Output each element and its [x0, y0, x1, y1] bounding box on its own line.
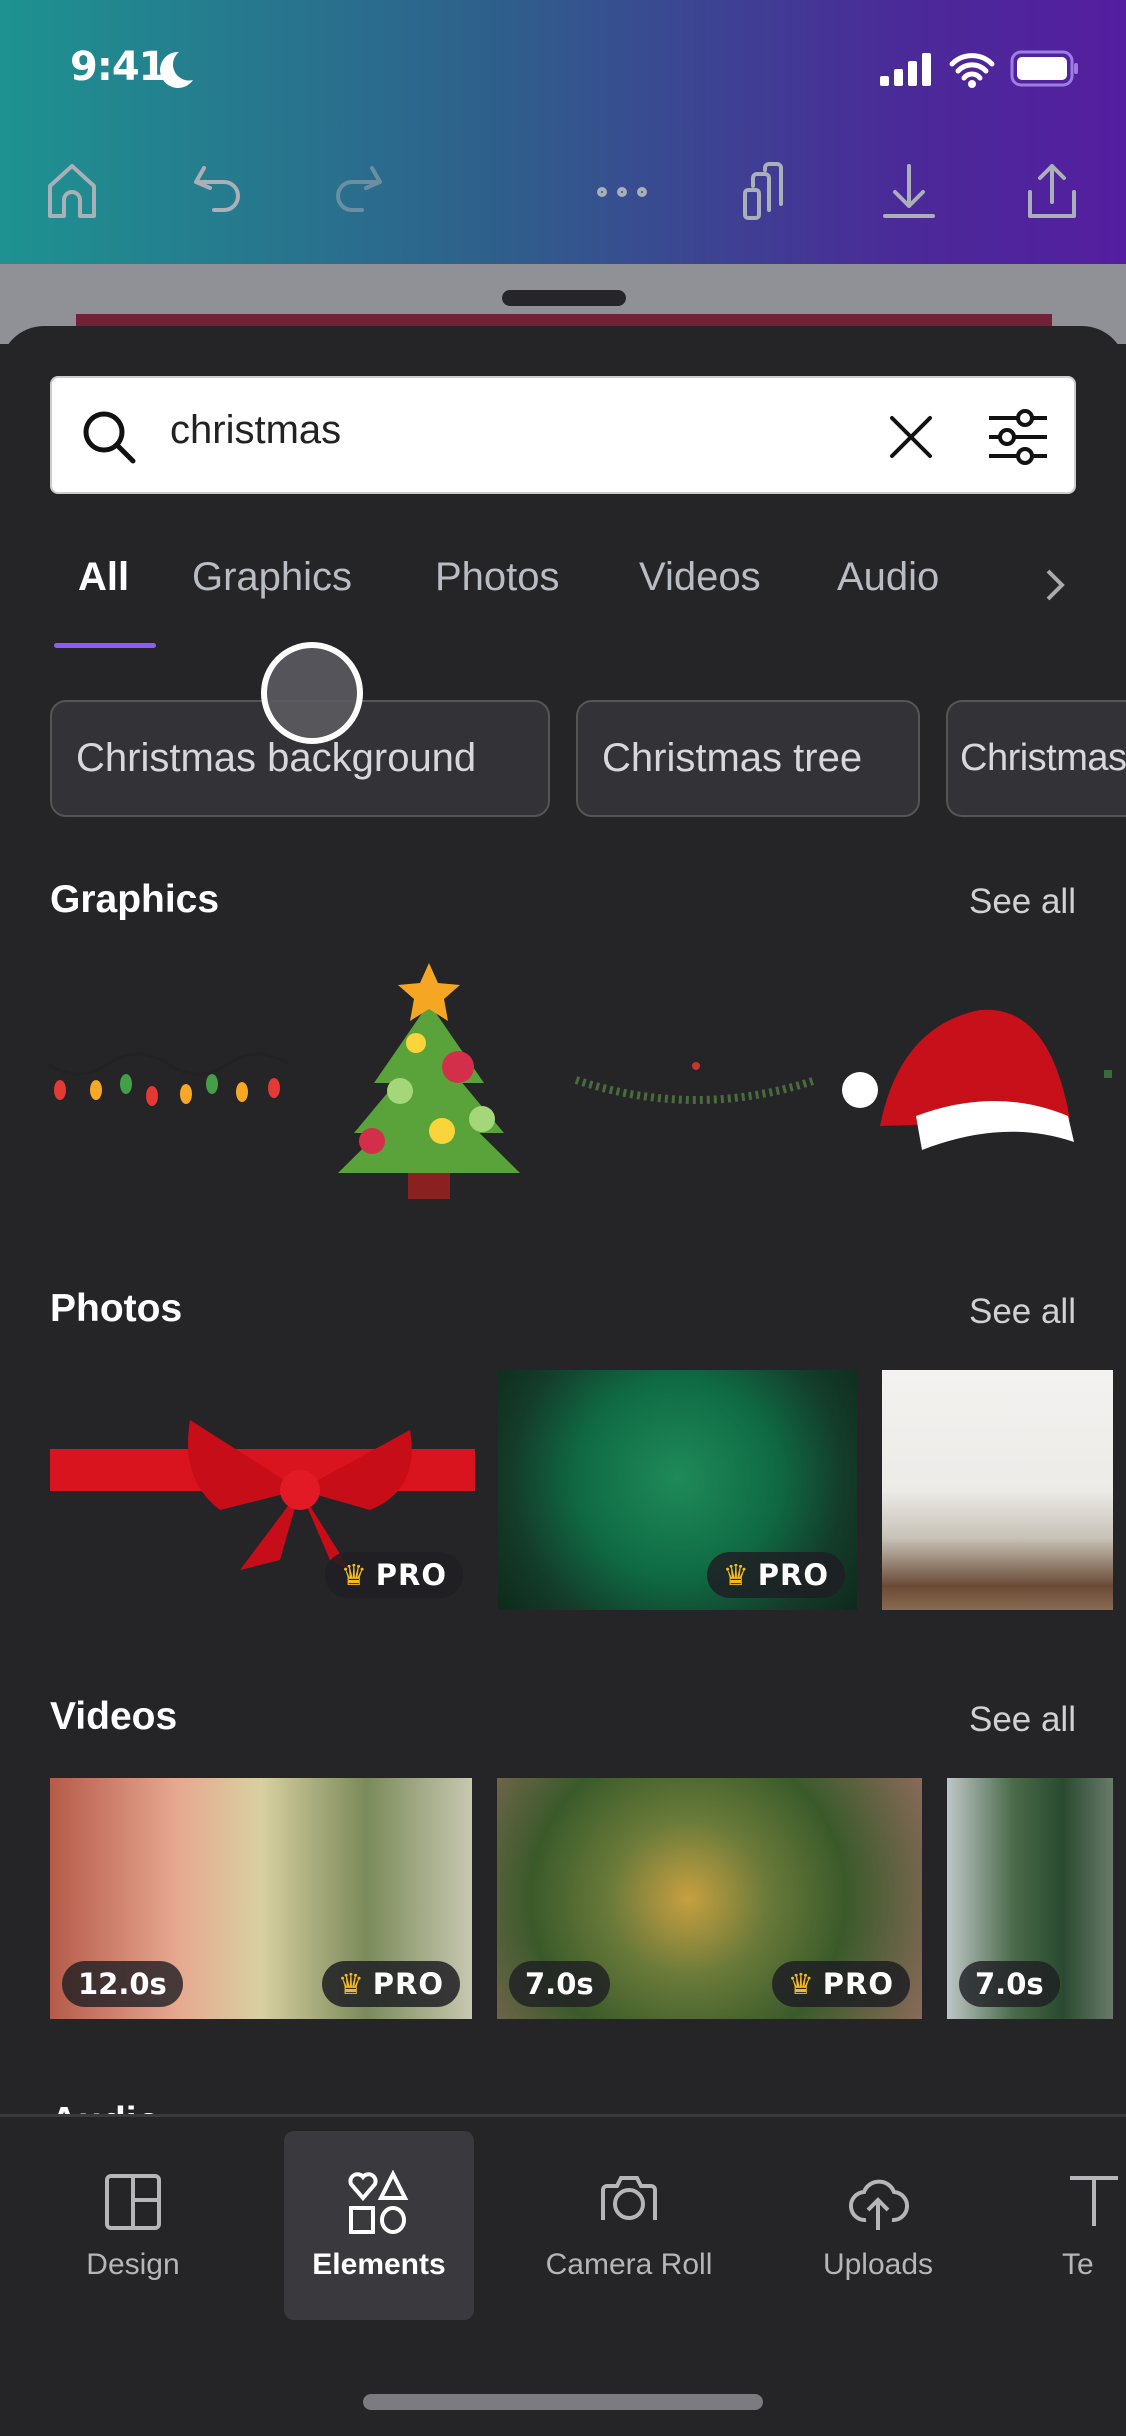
- video-2[interactable]: 7.0s ♛ PRO: [497, 1778, 922, 2019]
- photo-red-bow[interactable]: ♛ PRO: [50, 1370, 475, 1610]
- touch-indicator: [261, 642, 363, 744]
- download-button[interactable]: [877, 160, 941, 224]
- nav-uploads[interactable]: Uploads: [783, 2131, 973, 2320]
- photos-see-all[interactable]: See all: [969, 1292, 1076, 1332]
- moon-icon: [160, 51, 193, 88]
- panel-drag-handle[interactable]: [502, 290, 626, 306]
- nav-label: Uploads: [822, 2247, 934, 2281]
- graphics-see-all[interactable]: See all: [969, 882, 1076, 922]
- nav-camera-roll[interactable]: Camera Roll: [534, 2131, 724, 2320]
- graphic-garland[interactable]: [574, 1060, 818, 1110]
- more-icon: [597, 187, 647, 197]
- audio-heading: Audio: [50, 2100, 160, 2114]
- nav-divider: [0, 2114, 1126, 2117]
- videos-see-all[interactable]: See all: [969, 1700, 1076, 1740]
- upload-cloud-icon: [848, 2179, 910, 2230]
- nav-label: Elements: [312, 2247, 446, 2281]
- search-input[interactable]: [170, 408, 870, 453]
- top-bar: [0, 0, 1126, 264]
- download-icon: [883, 164, 935, 218]
- nav-label: Te: [1062, 2247, 1094, 2281]
- undo-button[interactable]: [186, 160, 250, 224]
- graphics-heading: Graphics: [50, 878, 220, 921]
- shapes-icon: [348, 2169, 409, 2234]
- signal-icon: [880, 53, 931, 86]
- pro-badge: PRO: [372, 1967, 444, 2001]
- pro-badge: PRO: [757, 1558, 829, 1592]
- crown-icon: ♛: [787, 1967, 815, 2001]
- nav-elements[interactable]: Elements: [284, 2131, 474, 2320]
- status-time: 9:41: [70, 44, 166, 90]
- tab-graphics[interactable]: Graphics: [192, 555, 352, 600]
- graphic-santa-hat[interactable]: [840, 1006, 1080, 1166]
- chip-christmas[interactable]: Christmas: [946, 700, 1126, 817]
- wifi-icon: [949, 53, 995, 88]
- pages-icon: [743, 162, 783, 220]
- crown-icon: ♛: [722, 1558, 750, 1592]
- pro-badge: PRO: [375, 1558, 447, 1592]
- photos-heading: Photos: [50, 1287, 183, 1330]
- active-tab-indicator: [54, 643, 156, 648]
- text-icon: [1070, 2175, 1118, 2226]
- search-field[interactable]: [50, 376, 1076, 494]
- photo-pine-cones[interactable]: [882, 1370, 1113, 1610]
- battery-icon: [1010, 50, 1078, 87]
- share-icon: [1028, 164, 1076, 218]
- tab-videos[interactable]: Videos: [639, 555, 761, 600]
- nav-label: Design: [86, 2247, 180, 2281]
- photo-green-pine-frame[interactable]: ♛ PRO: [498, 1370, 857, 1610]
- video-3[interactable]: 7.0s: [947, 1778, 1113, 2019]
- graphic-christmas-lights[interactable]: [46, 1040, 290, 1120]
- home-button[interactable]: [40, 160, 104, 224]
- undo-icon: [194, 166, 240, 212]
- graphic-partial[interactable]: [1104, 1070, 1112, 1078]
- redo-button[interactable]: [326, 160, 390, 224]
- search-icon: [83, 411, 136, 464]
- camera-icon: [601, 2175, 657, 2220]
- redo-icon: [336, 166, 382, 212]
- video-duration: 7.0s: [509, 1961, 610, 2007]
- pro-badge: PRO: [822, 1967, 894, 2001]
- clear-icon[interactable]: [888, 414, 934, 460]
- filter-icon[interactable]: [987, 408, 1049, 466]
- home-icon: [48, 164, 96, 218]
- video-1[interactable]: 12.0s ♛ PRO: [50, 1778, 472, 2019]
- chevron-right-icon[interactable]: [1040, 565, 1070, 605]
- graphic-christmas-tree[interactable]: [334, 963, 524, 1203]
- nav-label: Camera Roll: [545, 2247, 713, 2281]
- nav-text[interactable]: Te: [1062, 2131, 1126, 2320]
- layout-icon: [105, 2173, 161, 2230]
- video-duration: 12.0s: [62, 1961, 183, 2007]
- tab-photos[interactable]: Photos: [435, 555, 560, 600]
- chip-christmas-tree[interactable]: Christmas tree: [576, 700, 920, 817]
- videos-heading: Videos: [50, 1695, 178, 1738]
- tab-all[interactable]: All: [78, 555, 129, 600]
- pages-button[interactable]: [733, 160, 797, 224]
- crown-icon: ♛: [337, 1967, 365, 2001]
- home-indicator: [363, 2394, 763, 2410]
- crown-icon: ♛: [340, 1558, 368, 1592]
- tab-audio[interactable]: Audio: [837, 555, 939, 600]
- nav-design[interactable]: Design: [38, 2131, 228, 2320]
- share-button[interactable]: [1020, 160, 1084, 224]
- more-button[interactable]: [590, 160, 654, 224]
- video-duration: 7.0s: [959, 1961, 1060, 2007]
